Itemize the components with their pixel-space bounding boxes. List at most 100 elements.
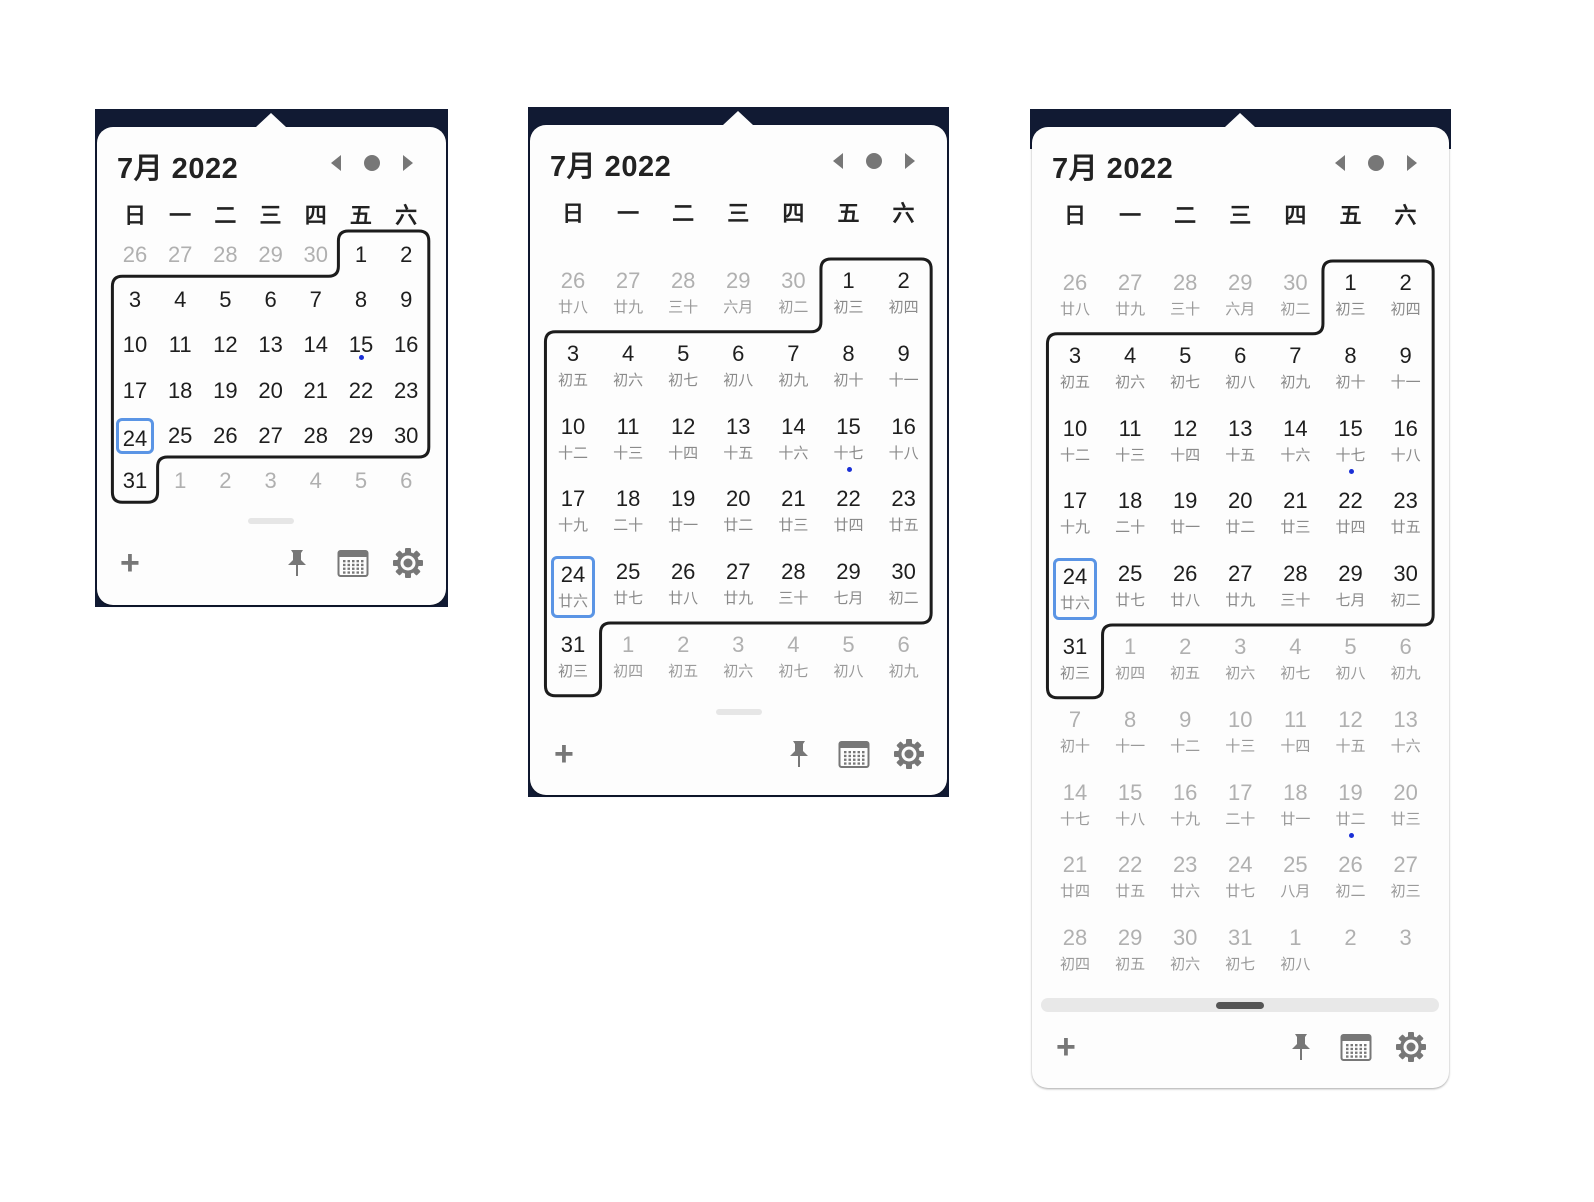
day-cell[interactable]: 15 十七 [827,411,871,473]
day-cell[interactable]: 4 初七 [771,629,815,691]
day-cell[interactable]: 15 十八 [1108,777,1152,839]
add-icon[interactable]: + [1056,1030,1076,1064]
resize-handle[interactable] [248,518,294,524]
day-cell[interactable]: 1 [161,463,199,499]
day-cell[interactable]: 6 [252,282,290,318]
day-cell[interactable]: 7 初十 [1053,704,1097,766]
day-cell[interactable]: 24 廿六 [551,556,595,619]
day-cell[interactable]: 16 十八 [1384,413,1428,475]
day-cell[interactable]: 3 [116,282,154,318]
chevron-right-icon[interactable] [899,150,921,172]
day-cell[interactable]: 28 三十 [1273,558,1317,620]
day-cell[interactable]: 30 [387,418,425,454]
day-cell[interactable]: 26 廿八 [1163,558,1207,620]
day-cell[interactable]: 11 [161,327,199,363]
day-cell[interactable]: 3 [1384,922,1428,984]
day-cell[interactable]: 26 廿八 [551,265,595,327]
gear-icon[interactable] [893,738,925,775]
today-dot-icon[interactable] [863,150,885,172]
day-cell[interactable]: 1 初四 [1108,631,1152,693]
chevron-right-icon[interactable] [397,152,419,174]
day-cell[interactable]: 25 [161,418,199,454]
calendar-icon[interactable] [337,548,369,583]
day-cell[interactable]: 19 廿一 [1163,485,1207,547]
day-cell[interactable]: 12 [206,327,244,363]
day-cell[interactable]: 5 [206,282,244,318]
day-cell[interactable]: 16 [387,327,425,363]
day-cell[interactable]: 5 初八 [1329,631,1373,693]
day-cell[interactable]: 8 [342,282,380,318]
day-cell[interactable]: 4 初六 [1108,340,1152,402]
day-cell[interactable]: 21 廿三 [1273,485,1317,547]
day-cell[interactable]: 22 [342,373,380,409]
day-cell[interactable]: 6 初八 [1218,340,1262,402]
day-cell[interactable]: 16 十九 [1163,777,1207,839]
day-cell[interactable]: 31 初三 [1053,631,1097,693]
day-cell[interactable]: 30 初二 [882,556,926,618]
day-cell[interactable]: 16 十八 [882,411,926,473]
day-cell[interactable]: 3 初六 [716,629,760,691]
scrollbar-thumb[interactable] [1216,1002,1264,1009]
day-cell[interactable]: 29 [252,237,290,273]
day-cell[interactable]: 1 [342,237,380,273]
day-cell[interactable]: 17 二十 [1218,777,1262,839]
day-cell[interactable]: 6 [387,463,425,499]
day-cell[interactable]: 2 初四 [1384,267,1428,329]
day-cell[interactable]: 22 廿四 [1329,485,1373,547]
day-cell[interactable]: 18 二十 [1108,485,1152,547]
day-cell[interactable]: 7 [297,282,335,318]
day-cell[interactable]: 9 [387,282,425,318]
day-cell[interactable]: 2 [1329,922,1373,984]
day-cell[interactable]: 3 初六 [1218,631,1262,693]
day-cell[interactable]: 10 [116,327,154,363]
day-cell[interactable]: 4 初七 [1273,631,1317,693]
day-cell[interactable]: 5 [342,463,380,499]
day-cell[interactable]: 21 廿四 [1053,849,1097,911]
day-cell[interactable]: 28 三十 [661,265,705,327]
day-cell[interactable]: 27 [161,237,199,273]
day-cell[interactable]: 1 初八 [1273,922,1317,984]
day-cell[interactable]: 28 初四 [1053,922,1097,984]
day-cell[interactable]: 29 初五 [1108,922,1152,984]
day-cell[interactable]: 25 廿七 [606,556,650,618]
day-cell[interactable]: 1 初四 [606,629,650,691]
day-cell[interactable]: 10 十二 [551,411,595,473]
day-cell[interactable]: 27 [252,418,290,454]
day-cell[interactable]: 12 十五 [1329,704,1373,766]
day-cell[interactable]: 6 初八 [716,338,760,400]
day-cell[interactable]: 23 廿五 [1384,485,1428,547]
day-cell[interactable]: 4 初六 [606,338,650,400]
day-cell[interactable]: 23 廿六 [1163,849,1207,911]
today-dot-icon[interactable] [1365,152,1387,174]
day-cell[interactable]: 1 初三 [827,265,871,327]
day-cell[interactable]: 5 初八 [827,629,871,691]
day-cell[interactable]: 27 初三 [1384,849,1428,911]
day-cell[interactable]: 21 [297,373,335,409]
day-cell[interactable]: 27 廿九 [716,556,760,618]
day-cell[interactable]: 13 十五 [716,411,760,473]
day-cell[interactable]: 1 初三 [1329,267,1373,329]
day-cell[interactable]: 8 初十 [827,338,871,400]
day-cell[interactable]: 30 初二 [1273,267,1317,329]
day-cell[interactable]: 13 [252,327,290,363]
gear-icon[interactable] [392,547,424,584]
chevron-right-icon[interactable] [1401,152,1423,174]
resize-handle[interactable] [716,709,762,715]
day-cell[interactable]: 29 六月 [716,265,760,327]
chevron-left-icon[interactable] [1329,152,1351,174]
add-icon[interactable]: + [120,546,140,580]
day-cell[interactable]: 20 廿二 [1218,485,1262,547]
chevron-left-icon[interactable] [325,152,347,174]
day-cell[interactable]: 3 [252,463,290,499]
day-cell[interactable]: 23 [387,373,425,409]
day-cell[interactable]: 22 廿四 [827,483,871,545]
day-cell[interactable]: 4 [161,282,199,318]
day-cell[interactable]: 9 十一 [1384,340,1428,402]
day-cell[interactable]: 26 [116,237,154,273]
day-cell[interactable]: 17 [116,373,154,409]
day-cell[interactable]: 5 初七 [1163,340,1207,402]
day-cell[interactable]: 30 初二 [1384,558,1428,620]
pin-icon[interactable] [286,548,308,583]
add-icon[interactable]: + [554,737,574,771]
day-cell[interactable]: 7 初九 [771,338,815,400]
